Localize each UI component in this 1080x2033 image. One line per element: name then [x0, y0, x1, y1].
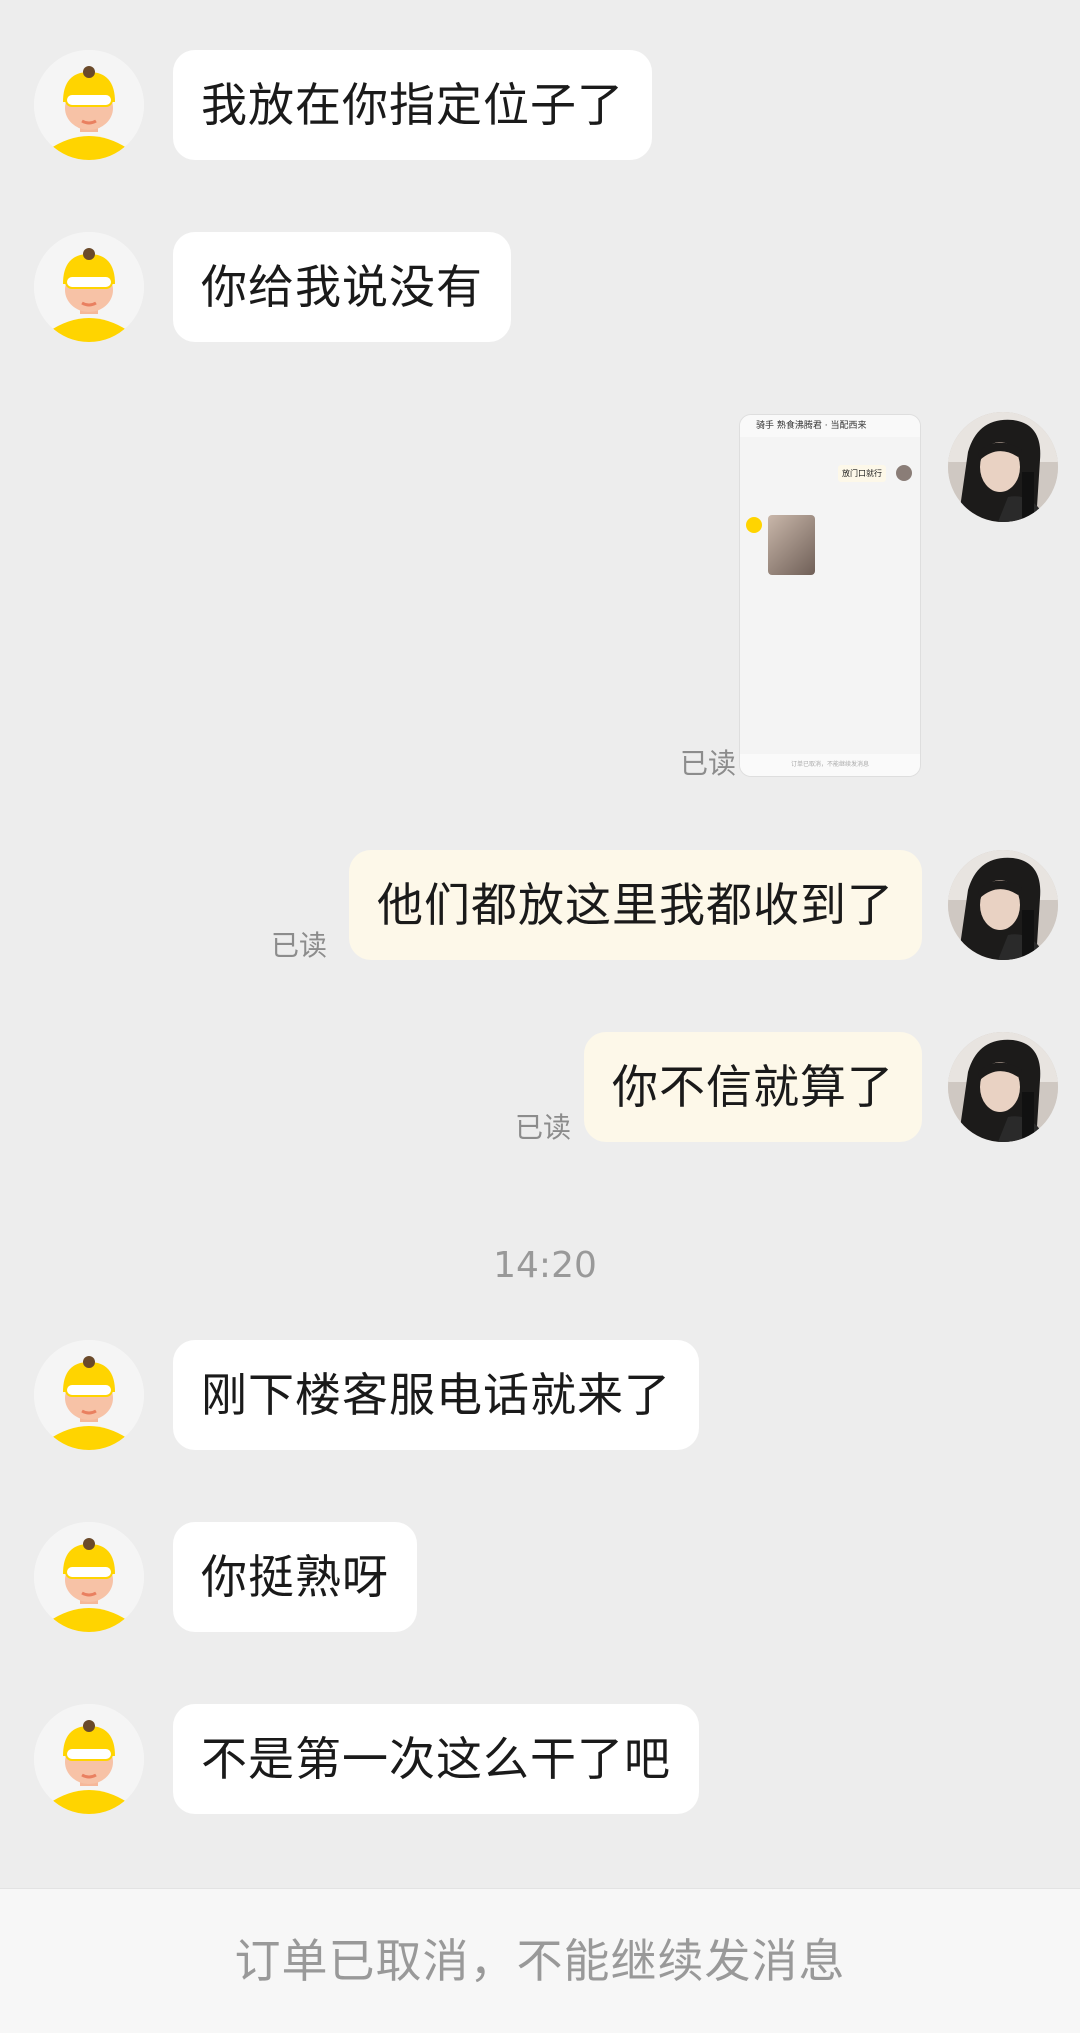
rider-helmet-avatar-icon: [34, 1704, 144, 1814]
message-bubble[interactable]: 刚下楼客服电话就来了: [173, 1340, 699, 1450]
thumbnail-rider-avatar: [746, 517, 762, 533]
message-bubble[interactable]: 你挺熟呀: [173, 1522, 417, 1632]
thumbnail-photo: [768, 515, 815, 575]
rider-helmet-avatar-icon: [34, 232, 144, 342]
rider-helmet-avatar-icon: [34, 1340, 144, 1450]
rider-avatar[interactable]: [34, 232, 144, 342]
message-bubble[interactable]: 他们都放这里我都收到了: [349, 850, 922, 960]
rider-helmet-avatar-icon: [34, 1522, 144, 1632]
thumbnail-bubble: 放门口就行: [838, 465, 886, 482]
rider-avatar[interactable]: [34, 1704, 144, 1814]
rider-avatar[interactable]: [34, 1522, 144, 1632]
message-row: 你挺熟呀: [0, 1522, 1080, 1632]
user-photo-avatar: [948, 850, 1058, 960]
thumbnail-footer: 订单已取消，不能继续发消息: [740, 754, 920, 776]
image-message-thumbnail[interactable]: 骑手 熟食沸腾君 · 当配西来 放门口就行 订单已取消，不能继续发消息: [739, 414, 921, 777]
user-photo-avatar: [948, 412, 1058, 522]
message-row: 不是第一次这么干了吧: [0, 1704, 1080, 1814]
message-row: 你给我说没有: [0, 232, 1080, 342]
user-avatar[interactable]: [948, 1032, 1058, 1142]
user-avatar[interactable]: [948, 412, 1058, 522]
user-photo-avatar: [948, 1032, 1058, 1142]
user-avatar[interactable]: [948, 850, 1058, 960]
read-receipt: 已读: [271, 929, 328, 962]
message-bubble[interactable]: 不是第一次这么干了吧: [173, 1704, 699, 1814]
rider-avatar[interactable]: [34, 50, 144, 160]
timestamp: 14:20: [493, 1245, 597, 1286]
message-row: 刚下楼客服电话就来了: [0, 1340, 1080, 1450]
message-row: 他们都放这里我都收到了 已读: [0, 850, 1080, 962]
read-receipt: 已读: [515, 1111, 572, 1144]
read-receipt: 已读: [680, 747, 737, 780]
rider-avatar[interactable]: [34, 1340, 144, 1450]
message-bubble[interactable]: 你给我说没有: [173, 232, 511, 342]
thumbnail-header: 骑手 熟食沸腾君 · 当配西来: [740, 415, 920, 437]
thumbnail-avatar: [896, 465, 912, 481]
order-cancelled-notice: 订单已取消，不能继续发消息: [0, 1888, 1080, 2033]
rider-helmet-avatar-icon: [34, 50, 144, 160]
message-bubble[interactable]: 我放在你指定位子了: [173, 50, 652, 160]
message-row: 我放在你指定位子了: [0, 50, 1080, 160]
message-bubble[interactable]: 你不信就算了: [584, 1032, 922, 1142]
message-row: 你不信就算了 已读: [0, 1032, 1080, 1144]
